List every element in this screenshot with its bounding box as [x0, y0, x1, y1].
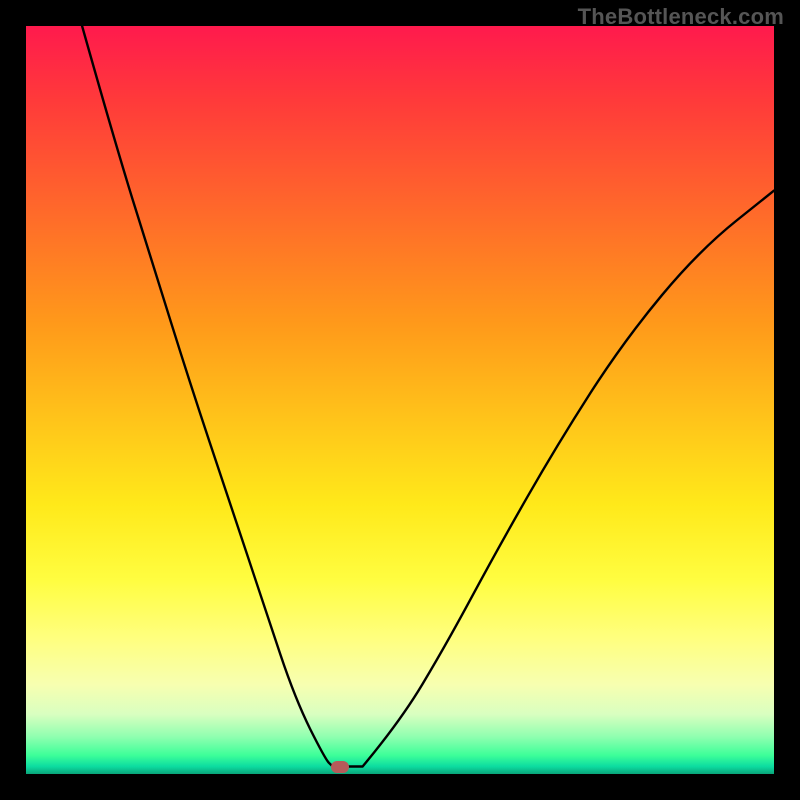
plot-area	[26, 26, 774, 774]
min-marker	[331, 761, 349, 773]
watermark-text: TheBottleneck.com	[578, 4, 784, 30]
curve-path	[82, 26, 774, 767]
chart-frame: TheBottleneck.com	[0, 0, 800, 800]
bottleneck-curve	[26, 26, 774, 774]
